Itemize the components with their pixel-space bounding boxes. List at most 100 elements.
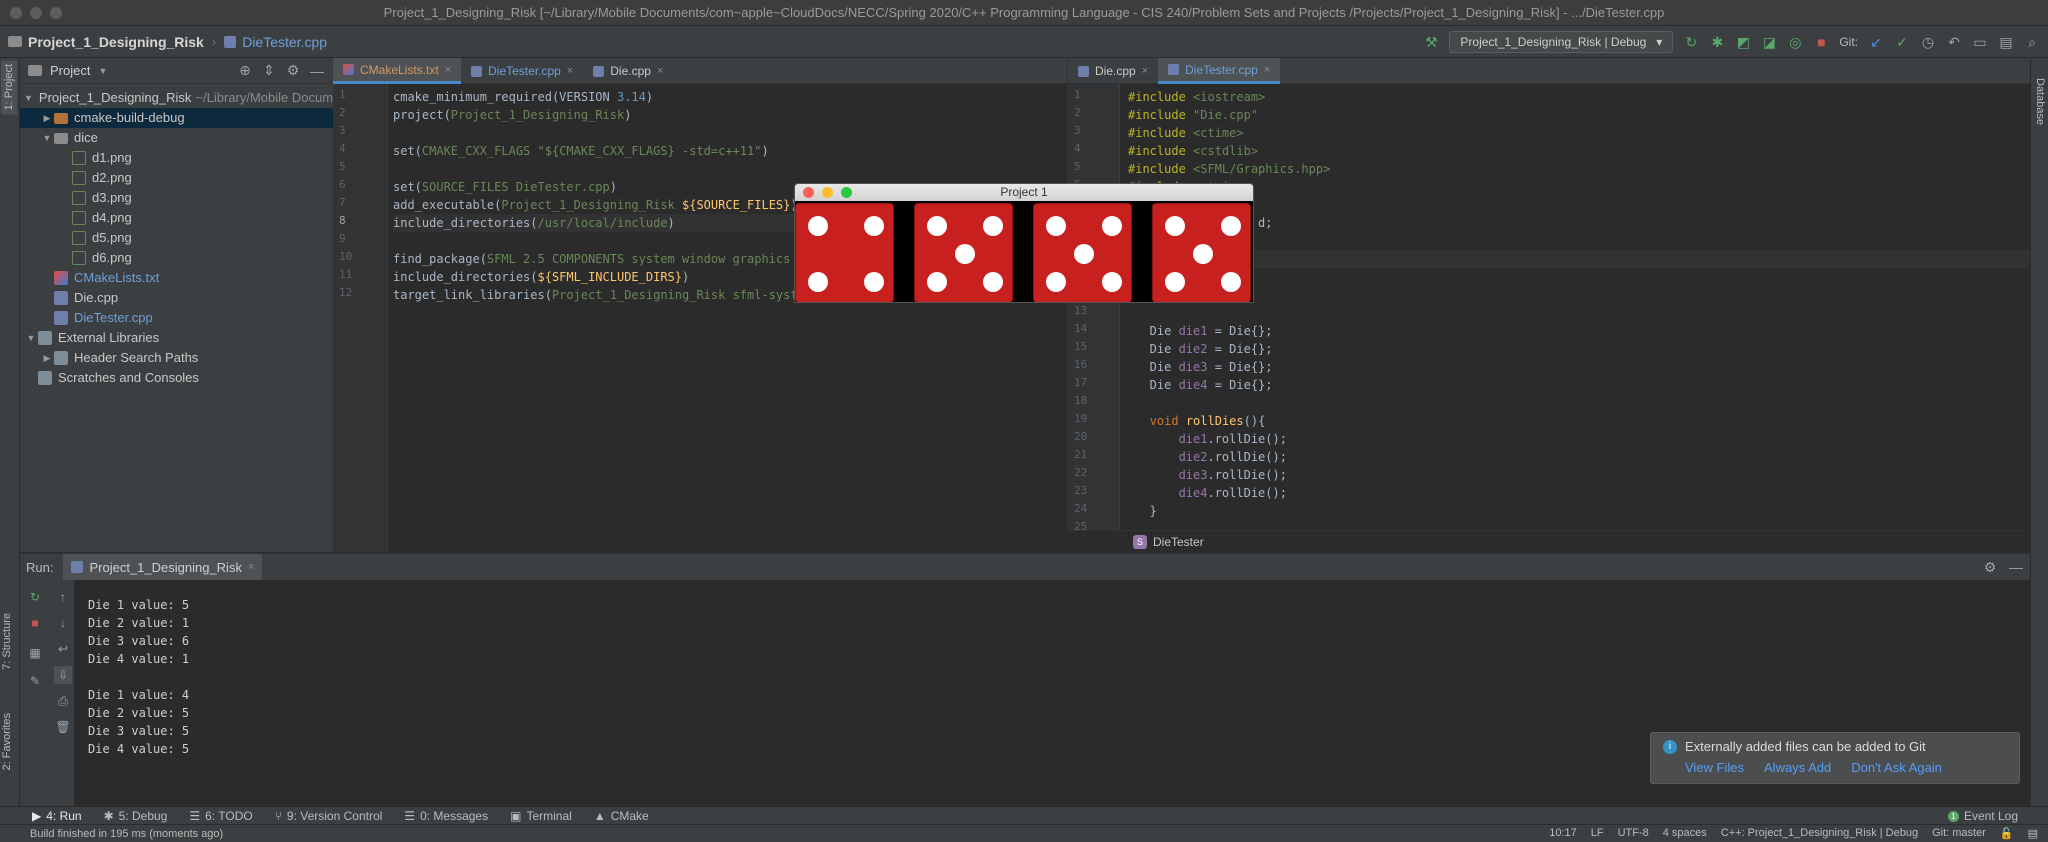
gear-icon[interactable]: ⚙	[1982, 559, 1998, 575]
tree-item-header-search-paths[interactable]: ▶ Header Search Paths	[20, 348, 333, 368]
run-configuration-select[interactable]: Project_1_Designing_Risk | Debug ▾	[1449, 31, 1674, 53]
database-tool-tab[interactable]: Database	[2034, 78, 2046, 125]
expand-arrow-icon[interactable]: ▼	[24, 328, 38, 348]
lock-icon[interactable]: 🔓	[2000, 827, 2014, 840]
run-tab[interactable]: Project_1_Designing_Risk ×	[63, 554, 263, 580]
caret-position[interactable]: 10:17	[1549, 827, 1577, 840]
search-icon[interactable]: ⌕	[2024, 34, 2040, 50]
minimize-window-button[interactable]	[30, 7, 42, 19]
close-icon[interactable]: ×	[445, 57, 451, 83]
hide-icon[interactable]: —	[2008, 559, 2024, 575]
rollback-icon[interactable]: ↶	[1946, 34, 1962, 50]
git-commit-icon[interactable]: ✓	[1894, 34, 1910, 50]
rerun-icon[interactable]: ↻	[26, 588, 44, 606]
tree-item-dice[interactable]: ▼ dice	[20, 128, 333, 148]
hide-icon[interactable]: —	[309, 63, 325, 79]
tree-item-dietester-cpp[interactable]: DieTester.cpp	[20, 308, 333, 328]
collapse-icon[interactable]: ⇕	[261, 62, 277, 79]
pin-icon[interactable]: ✎	[26, 672, 44, 690]
memory-icon[interactable]: ▤	[2028, 827, 2038, 840]
history-icon[interactable]: ◷	[1920, 34, 1936, 50]
stop-icon[interactable]: ■	[26, 614, 44, 632]
breadcrumb-project[interactable]: Project_1_Designing_Risk	[0, 34, 212, 50]
up-arrow-icon[interactable]: ↑	[54, 588, 72, 606]
close-icon[interactable]	[803, 187, 814, 198]
status-message[interactable]: Build finished in 195 ms (moments ago)	[0, 828, 223, 840]
run-icon[interactable]: ↻	[1683, 34, 1699, 50]
attach-icon[interactable]: ◎	[1787, 34, 1803, 50]
git-branch[interactable]: Git: master	[1932, 827, 1986, 840]
chevron-down-icon[interactable]: ▼	[98, 66, 107, 76]
soft-wrap-icon[interactable]: ↩	[54, 640, 72, 658]
console-output[interactable]: Die 1 value: 5 Die 2 value: 1 Die 3 value:…	[88, 596, 189, 758]
print-icon[interactable]: ⎙	[54, 692, 72, 710]
close-window-button[interactable]	[10, 7, 22, 19]
close-icon[interactable]: ×	[657, 58, 663, 84]
tool-window-event-log[interactable]: 1 Event Log	[1947, 807, 2018, 825]
tool-window-version-control[interactable]: ⑂ 9: Version Control	[275, 809, 383, 823]
trash-icon[interactable]: 🗑	[54, 718, 72, 736]
tab-cmakelists[interactable]: CMakeLists.txt ×	[333, 57, 462, 84]
code-area-cmake[interactable]: cmake_minimum_required(VERSION 3.14) pro…	[393, 84, 1067, 552]
tree-item-d6[interactable]: d6.png	[20, 248, 333, 268]
layout-icon[interactable]: ▭	[1972, 34, 1988, 50]
tree-item-cmake-build-debug[interactable]: ▶ cmake-build-debug	[20, 108, 333, 128]
sdk-icon[interactable]: ▤	[1998, 34, 2014, 50]
tree-item-die-cpp[interactable]: Die.cpp	[20, 288, 333, 308]
coverage-icon[interactable]: ◩	[1735, 34, 1751, 50]
sfml-window[interactable]: Project 1	[794, 183, 1254, 303]
zoom-icon[interactable]	[841, 187, 852, 198]
close-icon[interactable]: ×	[248, 561, 254, 573]
debug-icon[interactable]: ✱	[1709, 34, 1725, 50]
zoom-window-button[interactable]	[50, 7, 62, 19]
structure-breadcrumb[interactable]: S DieTester	[1067, 530, 2030, 552]
structure-tool-tab[interactable]: 7: Structure	[1, 613, 13, 670]
dont-ask-again-link[interactable]: Don't Ask Again	[1851, 760, 1942, 775]
stop-icon[interactable]: ■	[1813, 34, 1829, 50]
project-view-select[interactable]: Project	[50, 63, 90, 78]
tab-dietester-right[interactable]: DieTester.cpp ×	[1158, 57, 1281, 84]
expand-arrow-icon[interactable]: ▼	[24, 88, 33, 108]
tree-item-d2[interactable]: d2.png	[20, 168, 333, 188]
breadcrumb-file[interactable]: DieTester.cpp	[216, 34, 335, 50]
minimize-icon[interactable]	[822, 187, 833, 198]
tab-die-cpp-right[interactable]: Die.cpp ×	[1068, 58, 1158, 84]
tree-item-d1[interactable]: d1.png	[20, 148, 333, 168]
scroll-to-end-icon[interactable]: ⇩	[54, 666, 72, 684]
collapse-arrow-icon[interactable]: ▶	[40, 108, 54, 128]
tool-window-terminal[interactable]: ▣ Terminal	[510, 809, 572, 823]
indent-setting[interactable]: 4 spaces	[1663, 827, 1707, 840]
line-separator[interactable]: LF	[1591, 827, 1604, 840]
close-icon[interactable]: ×	[1264, 57, 1270, 83]
gear-icon[interactable]: ⚙	[285, 62, 301, 79]
tool-window-cmake[interactable]: ▲ CMake	[594, 809, 649, 823]
tool-window-run[interactable]: ▶ 4: Run	[32, 809, 82, 823]
down-arrow-icon[interactable]: ↓	[54, 614, 72, 632]
tree-item-external-libraries[interactable]: ▼ External Libraries	[20, 328, 333, 348]
tool-window-todo[interactable]: ☰ 6: TODO	[189, 809, 252, 823]
code-area-dietester[interactable]: #include <iostream> #include "Die.cpp" #…	[1128, 84, 2030, 552]
file-encoding[interactable]: UTF-8	[1618, 827, 1649, 840]
close-icon[interactable]: ×	[1142, 58, 1148, 84]
tree-item-d5[interactable]: d5.png	[20, 228, 333, 248]
tree-item-cmakelists[interactable]: CMakeLists.txt	[20, 268, 333, 288]
tab-die-cpp[interactable]: Die.cpp ×	[583, 58, 673, 84]
git-update-icon[interactable]: ↙	[1868, 34, 1884, 50]
tool-window-messages[interactable]: ☰ 0: Messages	[404, 809, 488, 823]
profile-icon[interactable]: ◪	[1761, 34, 1777, 50]
tree-item-scratches[interactable]: Scratches and Consoles	[20, 368, 333, 388]
tab-dietester[interactable]: DieTester.cpp ×	[461, 58, 583, 84]
locate-icon[interactable]: ⊕	[237, 62, 253, 79]
resolve-context[interactable]: C++: Project_1_Designing_Risk | Debug	[1721, 827, 1918, 840]
expand-arrow-icon[interactable]: ▼	[40, 128, 54, 148]
favorites-tool-tab[interactable]: 2: Favorites	[1, 713, 13, 770]
always-add-link[interactable]: Always Add	[1764, 760, 1831, 775]
project-tool-tab[interactable]: 1: Project	[1, 60, 17, 115]
collapse-arrow-icon[interactable]: ▶	[40, 348, 54, 368]
tree-item-d4[interactable]: d4.png	[20, 208, 333, 228]
build-hammer-icon[interactable]: ⚒	[1423, 34, 1439, 50]
close-icon[interactable]: ×	[567, 58, 573, 84]
layout-icon[interactable]: ▦	[26, 644, 44, 662]
view-files-link[interactable]: View Files	[1685, 760, 1744, 775]
tree-root[interactable]: ▼ Project_1_Designing_Risk ~/Library/Mob…	[20, 88, 340, 108]
